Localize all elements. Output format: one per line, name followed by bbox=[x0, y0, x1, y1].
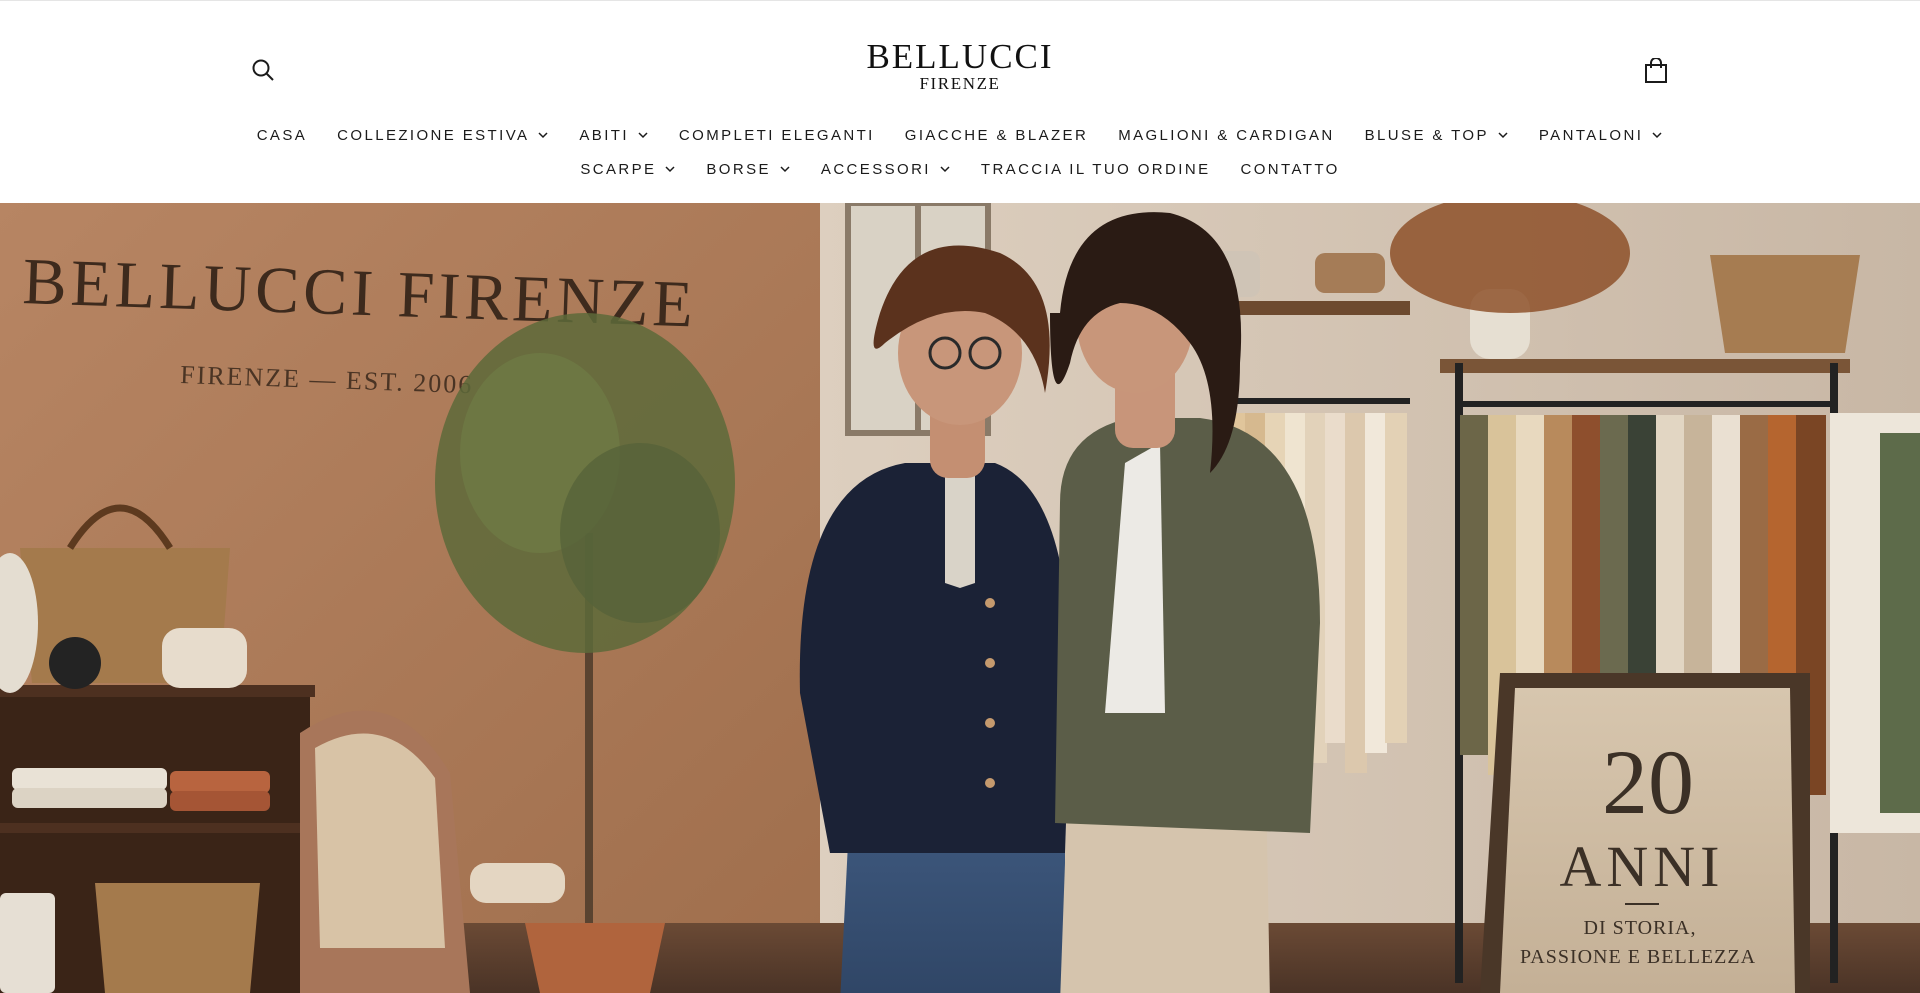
nav-item-bluse-and-top[interactable]: BLUSE & TOP bbox=[1350, 127, 1524, 144]
nav-item-abiti[interactable]: ABITI bbox=[564, 127, 664, 144]
nav-item-label: SCARPE bbox=[580, 160, 657, 178]
site-header: BELLUCCI FIRENZE CASA COLLEZIONE ESTIVA AB… bbox=[0, 0, 1920, 203]
main-nav-row-1: CASA COLLEZIONE ESTIVA ABITI COMPLETI ELEGA… bbox=[0, 121, 1920, 149]
nav-item-borse[interactable]: BORSE bbox=[691, 161, 806, 178]
chevron-down-icon bbox=[1652, 132, 1662, 139]
nav-item-label: COLLEZIONE ESTIVA bbox=[337, 126, 530, 144]
chevron-down-icon bbox=[1498, 132, 1508, 139]
cart-button[interactable] bbox=[1640, 55, 1672, 87]
nav-item-accessori[interactable]: ACCESSORI bbox=[806, 161, 966, 178]
easel-number: 20 bbox=[1602, 731, 1694, 833]
chevron-down-icon bbox=[538, 132, 548, 139]
nav-item-contatto[interactable]: CONTATTO bbox=[1225, 161, 1354, 178]
site-logo[interactable]: BELLUCCI FIRENZE bbox=[860, 39, 1060, 93]
hero-banner[interactable]: BELLUCCI FIRENZE FIRENZE — EST. 2006 20 … bbox=[0, 203, 1920, 993]
nav-item-label: COMPLETI ELEGANTI bbox=[678, 126, 875, 144]
nav-item-label: BORSE bbox=[706, 160, 771, 178]
chevron-down-icon bbox=[665, 166, 675, 173]
search-icon bbox=[252, 59, 274, 81]
easel-line-1: DI STORIA, bbox=[1584, 917, 1697, 939]
nav-item-label: CASA bbox=[256, 126, 308, 144]
hero-image: BELLUCCI FIRENZE FIRENZE — EST. 2006 20 … bbox=[0, 203, 1920, 993]
nav-item-giacche-and-blazer[interactable]: GIACCHE & BLAZER bbox=[890, 127, 1103, 144]
nav-item-completi-eleganti[interactable]: COMPLETI ELEGANTI bbox=[664, 127, 890, 144]
chevron-down-icon bbox=[638, 132, 648, 139]
chevron-down-icon bbox=[780, 166, 790, 173]
easel-sign: 20 ANNI DI STORIA, PASSIONE E BELLEZZA bbox=[1480, 673, 1810, 993]
nav-item-label: BLUSE & TOP bbox=[1364, 126, 1489, 144]
clothing-rack bbox=[1220, 398, 1410, 404]
nav-item-label: MAGLIONI & CARDIGAN bbox=[1118, 126, 1335, 144]
easel-line-2: PASSIONE E BELLEZZA bbox=[1520, 946, 1756, 968]
logo-brand: BELLUCCI bbox=[866, 37, 1054, 76]
nav-item-scarpe[interactable]: SCARPE bbox=[565, 161, 691, 178]
nav-item-label: GIACCHE & BLAZER bbox=[904, 126, 1089, 144]
chevron-down-icon bbox=[940, 166, 950, 173]
nav-item-label: TRACCIA IL TUO ORDINE bbox=[980, 160, 1211, 178]
main-nav-row-2: SCARPE BORSE ACCESSORI TRACCIA IL TUO ORDIN… bbox=[0, 155, 1920, 183]
nav-item-pantaloni[interactable]: PANTALONI bbox=[1524, 127, 1678, 144]
easel-word: ANNI bbox=[1560, 834, 1725, 899]
nav-item-casa[interactable]: CASA bbox=[242, 127, 322, 144]
nav-item-traccia-il-tuo-ordine[interactable]: TRACCIA IL TUO ORDINE bbox=[966, 161, 1226, 178]
search-button[interactable] bbox=[248, 55, 278, 85]
nav-item-label: PANTALONI bbox=[1538, 126, 1644, 144]
nav-item-label: CONTATTO bbox=[1240, 160, 1340, 178]
logo-city: FIRENZE bbox=[919, 74, 1001, 93]
nav-item-maglioni-and-cardigan[interactable]: MAGLIONI & CARDIGAN bbox=[1103, 127, 1349, 144]
shopping-bag-icon bbox=[1645, 58, 1667, 83]
nav-item-label: ABITI bbox=[579, 126, 629, 144]
nav-item-label: ACCESSORI bbox=[820, 160, 931, 178]
nav-item-collezione-estiva[interactable]: COLLEZIONE ESTIVA bbox=[322, 127, 564, 144]
